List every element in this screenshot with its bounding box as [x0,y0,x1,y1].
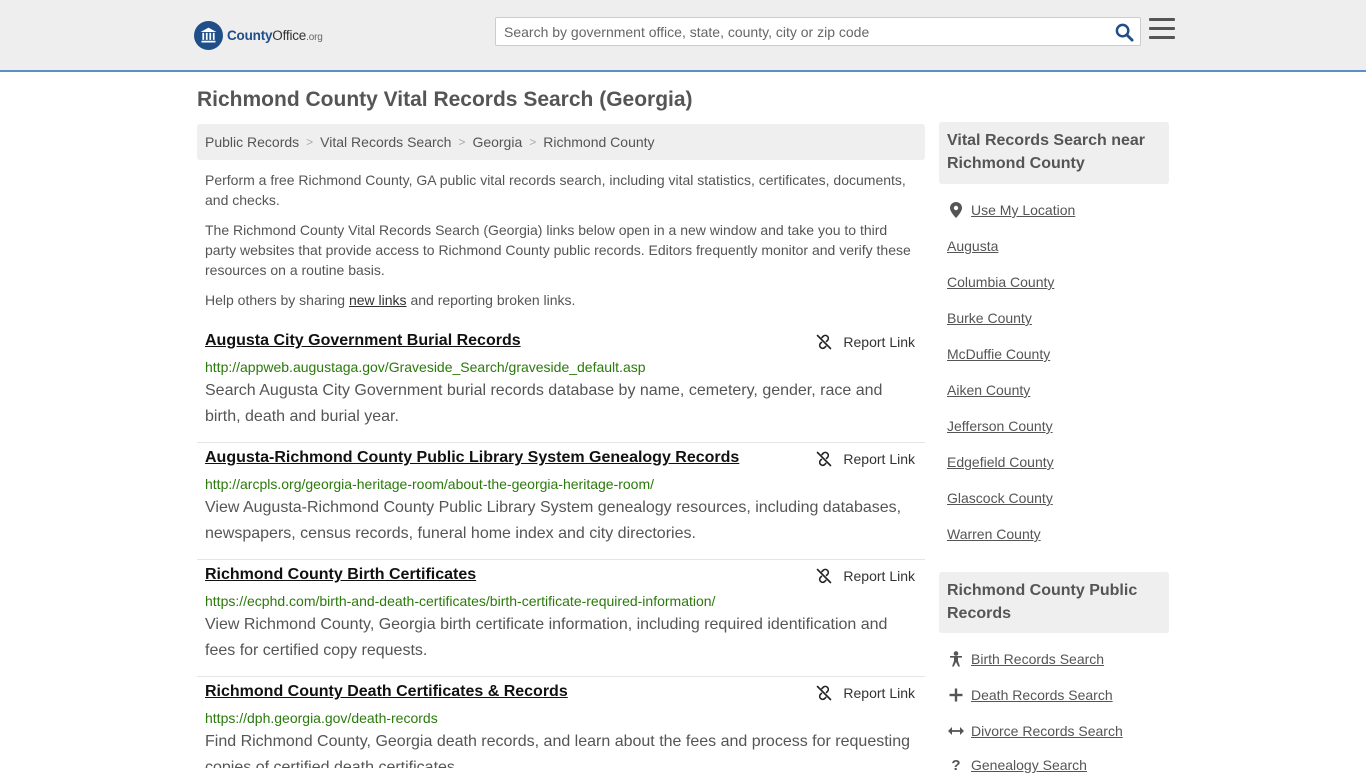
logo-text: CountyOffice.org [227,27,323,43]
logo-seal-icon [194,20,223,50]
listing-description: Search Augusta City Government burial re… [205,382,883,425]
listing-description: View Augusta-Richmond County Public Libr… [205,499,902,542]
baby-icon [947,650,965,668]
top-bar: CountyOffice.org [0,0,1366,72]
listing-url: https://dph.georgia.gov/death-records [205,710,438,726]
nearby-link-warren-county[interactable]: Warren County [947,526,1041,542]
listing-title-link[interactable]: Augusta-Richmond County Public Library S… [205,449,739,467]
report-link-button[interactable]: Report Link [816,568,915,584]
nearby-link-jefferson-county[interactable]: Jefferson County [947,418,1053,434]
nearby-link-aiken-county[interactable]: Aiken County [947,382,1030,398]
listing-description: View Richmond County, Georgia birth cert… [205,616,888,659]
breadcrumb-richmond-county: Richmond County [543,134,655,150]
arrows-horizontal-icon [947,722,965,740]
report-link-button[interactable]: Report Link [816,685,915,701]
birth-records-search-link[interactable]: Birth Records Search [947,650,1104,668]
divorce-records-search-link[interactable]: Divorce Records Search [947,722,1123,740]
broken-link-icon [817,334,832,350]
site-logo[interactable]: CountyOffice.org [194,20,323,50]
genealogy-search-link[interactable]: ? Genealogy Search [947,756,1087,774]
breadcrumb-separator-icon: > [529,135,537,149]
question-icon: ? [951,756,961,774]
listing-title-link[interactable]: Richmond County Birth Certificates [205,566,476,584]
broken-link-icon [817,568,832,584]
search-input[interactable] [496,18,1106,45]
nearby-link-burke-county[interactable]: Burke County [947,310,1032,326]
listing-url: http://arcpls.org/georgia-heritage-room/… [205,476,655,492]
listing-title-link[interactable]: Richmond County Death Certificates & Rec… [205,683,568,701]
breadcrumb-public-records[interactable]: Public Records [205,134,299,150]
report-link-button[interactable]: Report Link [816,451,915,467]
nearby-link-glascock-county[interactable]: Glascock County [947,490,1053,506]
listing-item: Augusta City Government Burial Records R… [197,326,925,443]
listing-item: Augusta-Richmond County Public Library S… [197,443,925,560]
breadcrumb: Public Records > Vital Records Search > … [197,124,925,160]
broken-link-icon [817,451,832,467]
listing-url: http://appweb.augustaga.gov/Graveside_Se… [205,359,646,375]
hamburger-menu-icon[interactable] [1149,18,1175,42]
breadcrumb-separator-icon: > [306,135,314,149]
breadcrumb-separator-icon: > [458,135,466,149]
sidebar-public-records-heading: Richmond County Public Records [939,572,1169,633]
listing-title-link[interactable]: Augusta City Government Burial Records [205,332,521,350]
listing-item: Richmond County Birth Certificates Repor… [197,560,925,677]
intro-paragraph-1: Perform a free Richmond County, GA publi… [205,172,906,208]
intro-paragraph-2: The Richmond County Vital Records Search… [205,222,911,278]
listing-item: Richmond County Death Certificates & Rec… [197,677,925,768]
new-links-link[interactable]: new links [349,292,407,308]
listing-description: Find Richmond County, Georgia death reco… [205,733,911,768]
sidebar-nearby-heading: Vital Records Search near Richmond Count… [939,122,1169,184]
listing-url: https://ecphd.com/birth-and-death-certif… [205,593,716,609]
use-my-location-link[interactable]: Use My Location [947,201,1075,219]
nearby-link-mcduffie-county[interactable]: McDuffie County [947,346,1050,362]
search-icon[interactable] [1112,21,1136,43]
intro-paragraph-3: Help others by sharing new links and rep… [205,292,576,308]
nearby-link-edgefield-county[interactable]: Edgefield County [947,454,1054,470]
nearby-link-augusta[interactable]: Augusta [947,238,998,254]
breadcrumb-vital-records-search[interactable]: Vital Records Search [320,134,451,150]
report-link-button[interactable]: Report Link [816,334,915,350]
search-box [495,17,1141,46]
cross-icon [947,686,965,704]
death-records-search-link[interactable]: Death Records Search [947,686,1113,704]
page-title: Richmond County Vital Records Search (Ge… [197,88,693,111]
map-marker-icon [947,201,965,219]
nearby-link-columbia-county[interactable]: Columbia County [947,274,1054,290]
broken-link-icon [817,685,832,701]
breadcrumb-georgia[interactable]: Georgia [472,134,522,150]
